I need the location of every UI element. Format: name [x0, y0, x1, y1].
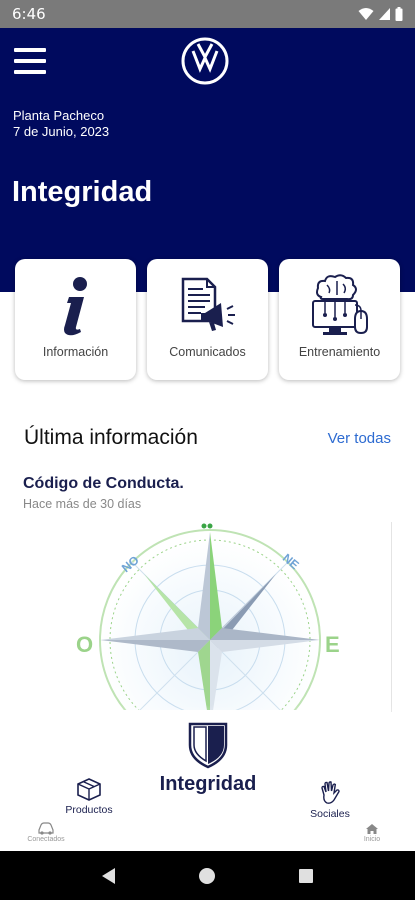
status-icons: [358, 7, 403, 21]
section-title: Última información: [24, 426, 198, 449]
card-label: Comunicados: [169, 345, 246, 359]
info-icon: [63, 277, 87, 336]
system-navigation-bar: [0, 851, 415, 900]
signal-icon: [379, 8, 390, 20]
nav-sociales[interactable]: Sociales: [300, 781, 360, 820]
compass-label-e: E: [325, 632, 340, 657]
status-time: 6:46: [12, 5, 46, 23]
card-informacion[interactable]: Información: [15, 259, 136, 380]
nav-inicio[interactable]: Inicio: [354, 823, 390, 843]
nav-productos[interactable]: Productos: [56, 777, 122, 816]
waving-hand-icon: [321, 781, 340, 804]
vw-logo-icon: [181, 37, 229, 85]
page-title: Integridad: [12, 176, 153, 208]
nav-conectados[interactable]: Conectados: [22, 821, 70, 843]
card-entrenamiento[interactable]: Entrenamiento: [279, 259, 400, 380]
car-icon: [38, 822, 54, 835]
shield-icon: [188, 722, 228, 769]
card-label: Entrenamiento: [298, 345, 381, 359]
nav-label: Inicio: [363, 836, 381, 843]
back-icon[interactable]: [99, 866, 119, 886]
nav-label: Conectados: [27, 836, 65, 843]
card-label: Información: [42, 345, 109, 359]
home-button-icon[interactable]: [197, 866, 217, 886]
next-card-edge: [391, 522, 392, 712]
current-date: 7 de Junio, 2023: [13, 124, 110, 139]
nav-label: Sociales: [310, 808, 350, 820]
battery-icon: [395, 7, 403, 21]
card-comunicados[interactable]: Comunicados: [147, 259, 268, 380]
nav-label: Productos: [65, 804, 113, 816]
home-icon: [366, 824, 378, 834]
compass-rose-image[interactable]: NO NE O E: [60, 520, 360, 710]
plant-name: Planta Pacheco: [13, 108, 105, 123]
plant-info: Planta Pacheco 7 de Junio, 2023: [13, 108, 109, 140]
box-icon: [77, 778, 101, 801]
app-screen: 6:46 Planta Pacheco 7 de Junio, 2023 Int…: [0, 0, 415, 900]
status-bar: 6:46: [0, 0, 415, 28]
recents-icon[interactable]: [296, 866, 316, 886]
header: Planta Pacheco 7 de Junio, 2023 Integrid…: [0, 28, 415, 292]
article-timestamp: Hace más de 30 días: [23, 497, 142, 511]
nav-integridad[interactable]: Integridad: [148, 721, 268, 796]
nav-label: Integridad: [159, 773, 257, 795]
megaphone-document-icon: [181, 277, 235, 331]
article-title[interactable]: Código de Conducta.: [23, 475, 184, 493]
bottom-navigation: Productos Integridad Sociales Conectados: [0, 705, 415, 851]
compass-label-w: O: [76, 632, 93, 657]
view-all-link[interactable]: Ver todas: [328, 430, 391, 447]
wifi-icon: [358, 8, 374, 20]
training-computer-icon: [311, 274, 368, 335]
category-cards: Información Comunicados Entrenamiento: [15, 259, 402, 381]
hamburger-menu-icon[interactable]: [14, 48, 46, 74]
